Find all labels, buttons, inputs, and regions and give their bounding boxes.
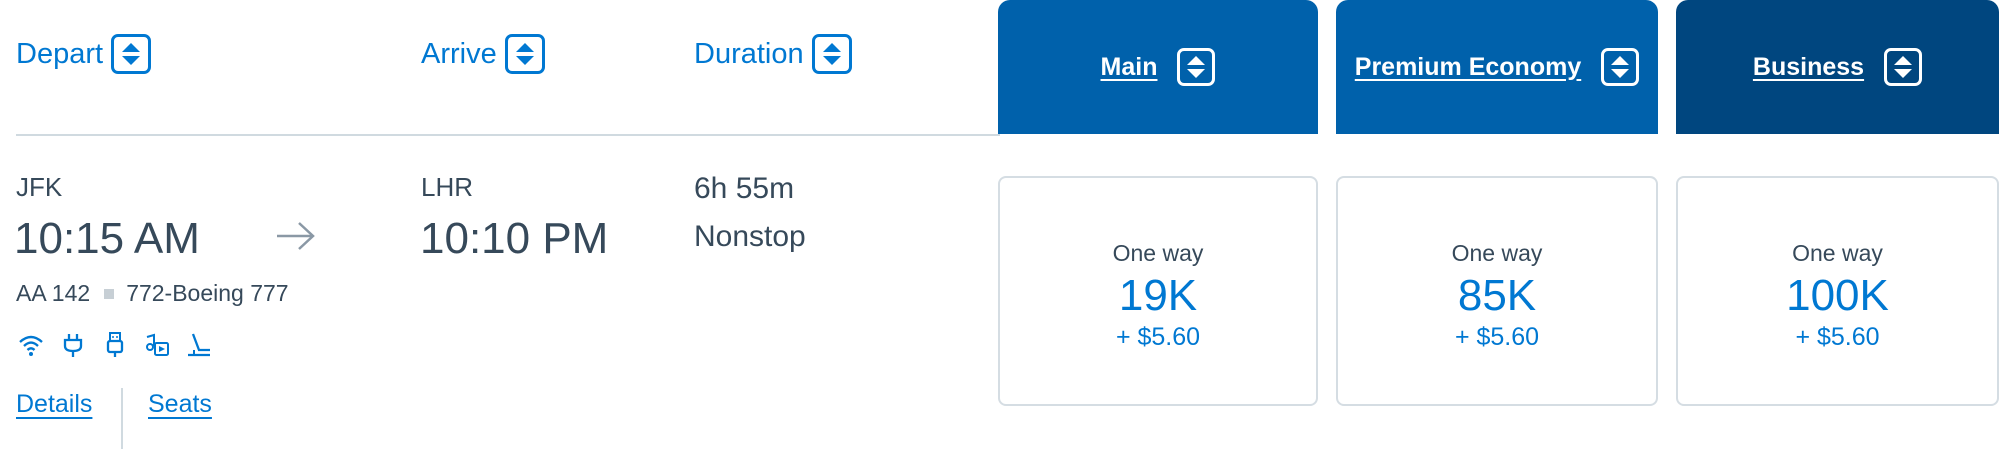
fare-fee: + $5.60 xyxy=(1454,323,1540,352)
flight-info: AA 142 772-Boeing 777 xyxy=(16,280,289,307)
power-outlet-icon[interactable] xyxy=(58,330,88,360)
arrive-label: Arrive xyxy=(421,37,497,70)
fare-fee: + $5.60 xyxy=(1115,323,1201,352)
fare-price: 100K xyxy=(1786,270,1889,320)
sort-icon[interactable] xyxy=(811,34,852,74)
details-link[interactable]: Details xyxy=(16,390,92,419)
sort-icon[interactable] xyxy=(1884,48,1923,86)
seats-link[interactable]: Seats xyxy=(148,390,212,419)
cabin-tab-label[interactable]: Premium Economy xyxy=(1355,53,1581,82)
origin-airport: JFK xyxy=(16,172,63,202)
fare-price: 85K xyxy=(1457,270,1537,320)
fare-fee: + $5.60 xyxy=(1795,323,1880,352)
flight-duration: 6h 55m xyxy=(694,172,795,205)
fare-card-business[interactable]: One way 100K + $5.60 xyxy=(1676,176,1999,406)
destination-airport: LHR xyxy=(421,172,474,202)
entertainment-icon[interactable] xyxy=(142,330,172,360)
sort-icon[interactable] xyxy=(1177,48,1216,86)
fare-type-label: One way xyxy=(1792,239,1883,266)
sort-icon[interactable] xyxy=(111,34,152,74)
fare-card-premium-economy[interactable]: One way 85K + $5.60 xyxy=(1336,176,1658,406)
header-divider xyxy=(16,134,1000,136)
fare-card-main[interactable]: One way 19K + $5.60 xyxy=(998,176,1318,406)
aircraft-type: 772-Boeing 777 xyxy=(126,280,289,306)
sort-duration[interactable]: Duration xyxy=(694,34,852,74)
lie-flat-seat-icon[interactable] xyxy=(184,330,214,360)
depart-time: 10:15 AM xyxy=(14,214,200,263)
cabin-tab-business[interactable]: Business xyxy=(1676,0,1999,134)
fare-price: 19K xyxy=(1118,270,1198,320)
duration-label: Duration xyxy=(694,37,804,70)
depart-label: Depart xyxy=(16,37,104,70)
separator-square xyxy=(104,288,115,299)
sort-icon[interactable] xyxy=(504,34,545,74)
cabin-tab-premium-economy[interactable]: Premium Economy xyxy=(1336,0,1658,134)
cabin-tab-label[interactable]: Main xyxy=(1101,53,1158,82)
arrive-time: 10:10 PM xyxy=(420,214,609,263)
stops-label: Nonstop xyxy=(694,220,806,253)
usb-icon[interactable] xyxy=(100,330,130,360)
cabin-tab-label[interactable]: Business xyxy=(1753,53,1864,82)
cabin-tab-main[interactable]: Main xyxy=(998,0,1318,134)
fare-type-label: One way xyxy=(1112,239,1204,266)
arrow-right-icon xyxy=(277,222,315,250)
link-divider xyxy=(121,388,123,449)
fare-type-label: One way xyxy=(1451,239,1543,266)
wifi-icon[interactable] xyxy=(16,330,46,360)
sort-depart[interactable]: Depart xyxy=(16,34,152,74)
amenities-list xyxy=(16,330,214,360)
sort-icon[interactable] xyxy=(1601,48,1640,86)
flight-number: AA 142 xyxy=(16,280,91,306)
sort-arrive[interactable]: Arrive xyxy=(421,34,545,74)
